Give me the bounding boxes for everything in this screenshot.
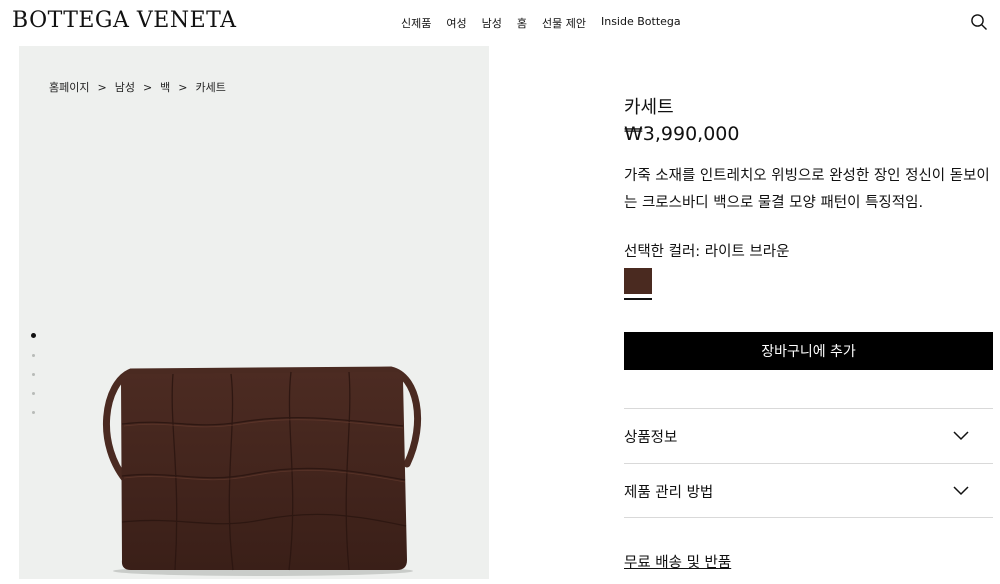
breadcrumb-bags[interactable]: 백 bbox=[160, 81, 170, 94]
nav-item-new[interactable]: 신제품 bbox=[401, 15, 431, 31]
breadcrumb-home[interactable]: 홈페이지 bbox=[49, 81, 89, 94]
nav-item-men[interactable]: 남성 bbox=[482, 15, 502, 31]
product-gallery: 홈페이지 > 남성 > 백 > 카세트 bbox=[19, 46, 489, 579]
chevron-down-icon bbox=[953, 431, 969, 441]
breadcrumb-separator: > bbox=[178, 81, 188, 94]
add-to-cart-button[interactable]: 장바구니에 추가 bbox=[624, 332, 993, 370]
product-price: ₩3,990,000 bbox=[624, 123, 740, 145]
chevron-down-icon bbox=[953, 486, 969, 496]
product-title: 카세트 bbox=[624, 97, 674, 118]
pagination-dot[interactable] bbox=[32, 411, 35, 414]
accordion-label: 상품정보 bbox=[624, 429, 678, 446]
pagination-dot-active[interactable] bbox=[31, 333, 36, 338]
pagination-dot[interactable] bbox=[32, 354, 35, 357]
breadcrumb: 홈페이지 > 남성 > 백 > 카세트 bbox=[49, 79, 226, 95]
brand-logo[interactable]: BOTTEGA VENETA bbox=[12, 8, 237, 33]
image-pagination bbox=[31, 333, 36, 430]
search-icon[interactable] bbox=[970, 13, 988, 31]
accordion-product-info[interactable]: 상품정보 bbox=[624, 409, 993, 463]
nav-item-gifts[interactable]: 선물 제안 bbox=[542, 15, 586, 31]
pagination-dot[interactable] bbox=[32, 373, 35, 376]
nav-item-home[interactable]: 홈 bbox=[517, 15, 527, 31]
main-nav: 신제품 여성 남성 홈 선물 제안 Inside Bottega bbox=[401, 15, 696, 31]
breadcrumb-men[interactable]: 남성 bbox=[115, 81, 135, 94]
color-swatch[interactable] bbox=[624, 268, 652, 294]
breadcrumb-current: 카세트 bbox=[195, 81, 226, 94]
nav-item-inside-bottega[interactable]: Inside Bottega bbox=[601, 15, 681, 31]
nav-item-women[interactable]: 여성 bbox=[446, 15, 466, 31]
accordion-label: 제품 관리 방법 bbox=[624, 484, 714, 501]
breadcrumb-separator: > bbox=[97, 81, 107, 94]
swatch-selected-indicator bbox=[624, 298, 652, 300]
accordion-care-instructions[interactable]: 제품 관리 방법 bbox=[624, 464, 993, 518]
product-description: 가죽 소재를 인트레치오 위빙으로 완성한 장인 정신이 돋보이는 크로스바디 … bbox=[624, 168, 990, 211]
pagination-dot[interactable] bbox=[32, 392, 35, 395]
selected-color-label: 선택한 컬러: 라이트 브라운 bbox=[624, 244, 790, 260]
site-header: BOTTEGA VENETA 신제품 여성 남성 홈 선물 제안 Inside … bbox=[0, 0, 1000, 46]
product-image bbox=[102, 366, 422, 576]
shipping-returns-link[interactable]: 무료 배송 및 반품 bbox=[624, 551, 731, 572]
breadcrumb-separator: > bbox=[142, 81, 153, 94]
divider bbox=[624, 517, 993, 518]
